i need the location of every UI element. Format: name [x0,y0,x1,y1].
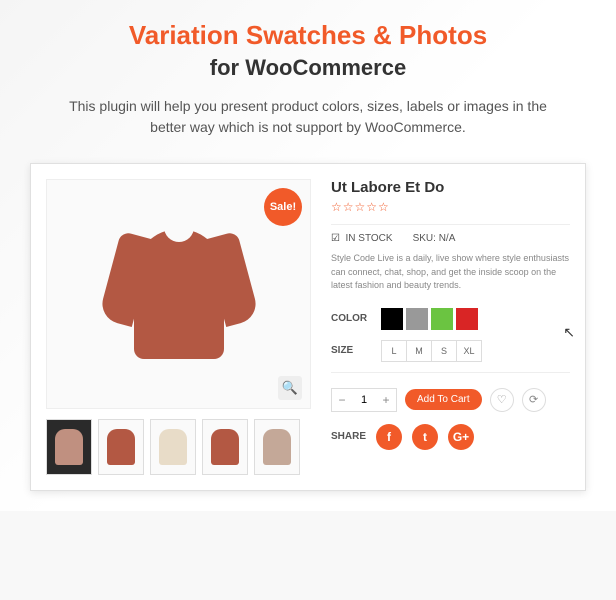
google-plus-icon[interactable]: G+ [448,424,474,450]
share-label: SHARE [331,431,366,442]
size-xl[interactable]: XL [456,340,482,362]
stock-status: ☑ IN STOCK [331,233,393,244]
facebook-icon[interactable]: f [376,424,402,450]
product-shirt-graphic [109,209,249,379]
twitter-icon[interactable]: t [412,424,438,450]
color-label: COLOR [331,313,381,324]
compare-button[interactable]: ⟳ [522,388,546,412]
quantity-stepper: − 1 + [331,388,397,412]
thumbnail-row [46,419,311,475]
sale-badge: Sale! [264,188,302,226]
product-gallery: Sale! 🔍 [46,179,311,475]
title-sub: for WooCommerce [30,55,586,81]
product-description: Style Code Live is a daily, live show wh… [331,252,570,293]
stock-row: ☑ IN STOCK SKU: N/A [331,233,570,244]
add-to-cart-button[interactable]: Add To Cart [405,389,482,410]
subtitle-text: This plugin will help you present produc… [30,96,586,138]
product-title: Ut Labore Et Do [331,179,570,196]
color-swatch-green[interactable] [431,308,453,330]
color-swatch-black[interactable] [381,308,403,330]
page-heading: Variation Swatches & Photos for WooComme… [30,20,586,81]
qty-plus-button[interactable]: + [376,389,396,411]
size-l[interactable]: L [381,340,407,362]
size-m[interactable]: M [406,340,432,362]
thumbnail-4[interactable] [202,419,248,475]
rating-stars[interactable]: ☆☆☆☆☆ [331,200,570,214]
color-swatch-grey[interactable] [406,308,428,330]
color-swatch-red[interactable] [456,308,478,330]
title-highlight: Variation Swatches & Photos [30,20,586,51]
thumbnail-3[interactable] [150,419,196,475]
size-label: SIZE [331,345,381,356]
color-swatches [381,308,478,330]
main-product-image[interactable]: Sale! 🔍 [46,179,311,409]
product-details: Ut Labore Et Do ☆☆☆☆☆ ☑ IN STOCK SKU: N/… [331,179,570,475]
thumbnail-2[interactable] [98,419,144,475]
color-attribute-row: COLOR [331,308,570,330]
check-icon: ☑ [331,233,340,244]
share-row: SHARE f t G+ [331,424,570,450]
thumbnail-5[interactable] [254,419,300,475]
wishlist-button[interactable]: ♡ [490,388,514,412]
size-s[interactable]: S [431,340,457,362]
divider [331,372,570,373]
qty-minus-button[interactable]: − [332,389,352,411]
zoom-icon[interactable]: 🔍 [278,376,302,400]
divider [331,224,570,225]
qty-value: 1 [352,394,376,406]
cart-row: − 1 + Add To Cart ♡ ⟳ [331,388,570,412]
product-card: Sale! 🔍 Ut Labore Et Do ☆☆☆☆☆ [30,163,586,491]
thumbnail-1[interactable] [46,419,92,475]
sku-info: SKU: N/A [413,233,456,244]
size-options: L M S XL [381,340,482,362]
size-attribute-row: SIZE L M S XL [331,340,570,362]
